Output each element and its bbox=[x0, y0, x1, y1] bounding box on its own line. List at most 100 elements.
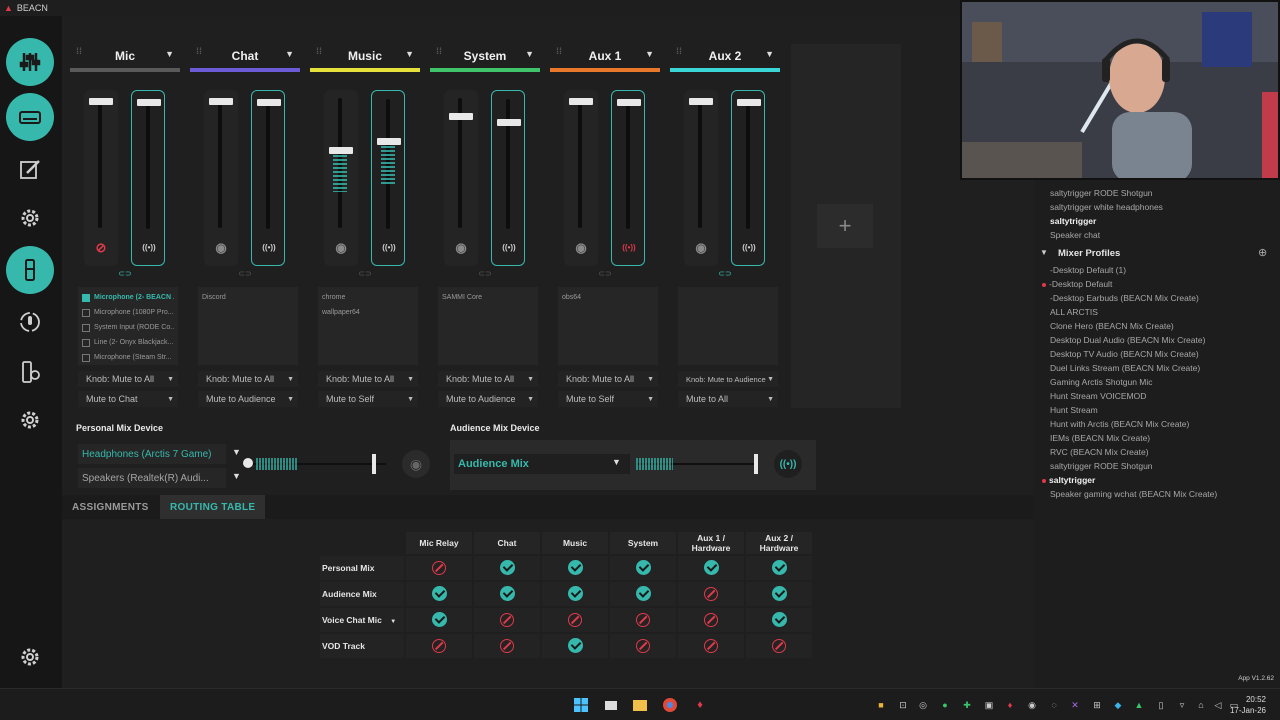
mute-mode-select[interactable]: Mute to Chat ▼ bbox=[78, 391, 178, 407]
chevron-down-icon[interactable]: ▼ bbox=[612, 457, 621, 467]
mixer-profile-item[interactable]: Gaming Arctis Shotgun Mic bbox=[1050, 377, 1153, 387]
mic-device-nav-button[interactable] bbox=[6, 246, 54, 294]
chevron-down-icon[interactable]: ▼ bbox=[165, 49, 174, 59]
mute-mode-select[interactable]: Mute to Self ▼ bbox=[558, 391, 658, 407]
fader-audience[interactable]: ((•)) bbox=[491, 90, 525, 266]
mixer-profile-item[interactable]: ALL ARCTIS bbox=[1050, 307, 1098, 317]
tray-icon[interactable]: ♦ bbox=[1005, 700, 1015, 710]
broadcast-icon[interactable]: ((•)) bbox=[737, 235, 761, 259]
mixer-profile-item[interactable]: Clone Hero (BEACN Mix Create) bbox=[1050, 321, 1174, 331]
link-icon[interactable]: ⊂⊃ bbox=[358, 269, 372, 278]
strip-header[interactable]: ⁞⁞ Music ▼ bbox=[310, 44, 420, 68]
fader-thumb[interactable] bbox=[329, 146, 353, 154]
fader-thumb[interactable] bbox=[257, 99, 281, 106]
audience-mix-select[interactable]: Audience Mix bbox=[454, 454, 630, 474]
routing-cell[interactable] bbox=[406, 556, 472, 580]
drag-handle-icon[interactable]: ⁞⁞ bbox=[316, 47, 322, 61]
audience-mix-slider[interactable] bbox=[636, 454, 758, 474]
routing-cell[interactable] bbox=[746, 608, 812, 632]
strip-header[interactable]: ⁞⁞ System ▼ bbox=[430, 44, 540, 68]
tray-icon[interactable]: ◉ bbox=[1027, 700, 1037, 710]
source-item[interactable]: Line (2- Onyx Blackjack... bbox=[82, 335, 174, 350]
fader-thumb[interactable] bbox=[689, 98, 713, 105]
mixer-profile-item[interactable]: -Desktop Earbuds (BEACN Mix Create) bbox=[1050, 293, 1199, 303]
routing-cell[interactable] bbox=[610, 582, 676, 606]
settings-nav-button[interactable] bbox=[6, 194, 54, 242]
chevron-down-icon[interactable]: ▼ bbox=[285, 49, 294, 59]
source-item[interactable]: Microphone (Steam Str... bbox=[82, 350, 174, 365]
fader-personal[interactable]: ◉ bbox=[324, 90, 358, 266]
routing-cell[interactable] bbox=[406, 634, 472, 658]
fader-audience[interactable]: ((•)) bbox=[131, 90, 165, 266]
mixer-profile-item[interactable]: saltytrigger bbox=[1042, 475, 1095, 485]
knob-mode-select[interactable]: Knob: Mute to All ▼ bbox=[318, 371, 418, 387]
drag-handle-icon[interactable]: ⁞⁞ bbox=[196, 47, 202, 61]
routing-cell[interactable] bbox=[746, 582, 812, 606]
mixer-profile-item[interactable]: Hunt Stream bbox=[1050, 405, 1098, 415]
source-item[interactable]: Microphone (1080P Pro... bbox=[82, 305, 174, 320]
mixer-nav-button[interactable] bbox=[6, 38, 54, 86]
routing-cell[interactable] bbox=[678, 608, 744, 632]
collapse-chevron-icon[interactable]: ▼ bbox=[1040, 248, 1048, 257]
routing-cell[interactable] bbox=[542, 582, 608, 606]
personal-mix-secondary-select[interactable]: Speakers (Realtek(R) Audi... bbox=[78, 468, 226, 488]
drag-handle-icon[interactable]: ⁞⁞ bbox=[76, 47, 82, 61]
tray-icon[interactable]: ◌ bbox=[1049, 700, 1059, 710]
source-checkbox[interactable] bbox=[82, 338, 90, 347]
routing-cell[interactable] bbox=[610, 608, 676, 632]
headphones-icon[interactable]: ◉ bbox=[689, 236, 713, 260]
fader-thumb[interactable] bbox=[209, 98, 233, 105]
mixer-profile-item[interactable]: saltytrigger RODE Shotgun bbox=[1050, 461, 1153, 471]
routing-cell[interactable] bbox=[542, 634, 608, 658]
mic-muted-icon[interactable]: ⊘ bbox=[89, 236, 113, 260]
broadcast-icon[interactable]: ((•)) bbox=[497, 235, 521, 259]
fader-personal[interactable]: ◉ bbox=[684, 90, 718, 266]
knob-mode-select[interactable]: Knob: Mute to All ▼ bbox=[198, 371, 298, 387]
mute-mode-select[interactable]: Mute to Audience ▼ bbox=[438, 391, 538, 407]
mic-settings-nav-button[interactable] bbox=[6, 298, 54, 346]
routing-cell[interactable] bbox=[406, 582, 472, 606]
beacn-taskbar-icon[interactable]: ♦ bbox=[692, 697, 708, 713]
fader-thumb[interactable] bbox=[137, 99, 161, 106]
device-list-item[interactable]: saltytrigger RODE Shotgun bbox=[1050, 188, 1153, 198]
device-list-item[interactable]: saltytrigger white headphones bbox=[1050, 202, 1163, 212]
fader-thumb[interactable] bbox=[89, 98, 113, 105]
source-item[interactable]: Discord bbox=[202, 290, 294, 305]
fader-personal[interactable]: ◉ bbox=[564, 90, 598, 266]
fader-thumb[interactable] bbox=[377, 138, 401, 146]
headphones-icon[interactable]: ◉ bbox=[209, 236, 233, 260]
knob-mode-select[interactable]: Knob: Mute to Audience ▼ bbox=[678, 371, 778, 387]
source-item[interactable]: SAMMI Core bbox=[442, 290, 534, 305]
audience-mix-broadcast-button[interactable]: ((•)) bbox=[774, 450, 802, 478]
source-item[interactable]: wallpaper64 bbox=[322, 305, 414, 320]
tray-icon[interactable]: ▲ bbox=[1134, 700, 1144, 710]
routing-cell[interactable] bbox=[678, 556, 744, 580]
mixer-profile-item[interactable]: Desktop TV Audio (BEACN Mix Create) bbox=[1050, 349, 1199, 359]
add-strip-button[interactable]: + bbox=[817, 204, 873, 248]
routing-cell[interactable] bbox=[678, 582, 744, 606]
tray-icon[interactable]: ▯ bbox=[1156, 700, 1166, 710]
mixer-profile-item[interactable]: Speaker gaming wchat (BEACN Mix Create) bbox=[1050, 489, 1217, 499]
routing-cell[interactable] bbox=[610, 556, 676, 580]
strip-header[interactable]: ⁞⁞ Aux 1 ▼ bbox=[550, 44, 660, 68]
knob-mode-select[interactable]: Knob: Mute to All ▼ bbox=[438, 371, 538, 387]
device-list-item[interactable]: Speaker chat bbox=[1050, 230, 1100, 240]
strip-header[interactable]: ⁞⁞ Chat ▼ bbox=[190, 44, 300, 68]
chevron-down-icon[interactable]: ▼ bbox=[232, 447, 241, 457]
fader-thumb[interactable] bbox=[737, 99, 761, 106]
device-list-item[interactable]: saltytrigger bbox=[1050, 216, 1096, 226]
chevron-down-icon[interactable]: ▼ bbox=[390, 619, 396, 625]
mute-mode-select[interactable]: Mute to Self ▼ bbox=[318, 391, 418, 407]
mixer-profile-item[interactable]: -Desktop Default bbox=[1042, 279, 1112, 289]
mixer-profile-item[interactable]: Hunt Stream VOICEMOD bbox=[1050, 391, 1146, 401]
fader-audience[interactable]: ((•)) bbox=[731, 90, 765, 266]
link-icon[interactable]: ⊂⊃ bbox=[598, 269, 612, 278]
task-view-icon[interactable] bbox=[603, 697, 619, 713]
tray-icon[interactable]: ▣ bbox=[984, 700, 994, 710]
tray-icon[interactable]: ◎ bbox=[918, 700, 928, 710]
routing-cell[interactable] bbox=[474, 556, 540, 580]
source-checkbox[interactable] bbox=[82, 323, 90, 332]
routing-cell[interactable] bbox=[474, 608, 540, 632]
tray-icon[interactable]: ✚ bbox=[962, 700, 972, 710]
link-icon[interactable]: ⊂⊃ bbox=[478, 269, 492, 278]
